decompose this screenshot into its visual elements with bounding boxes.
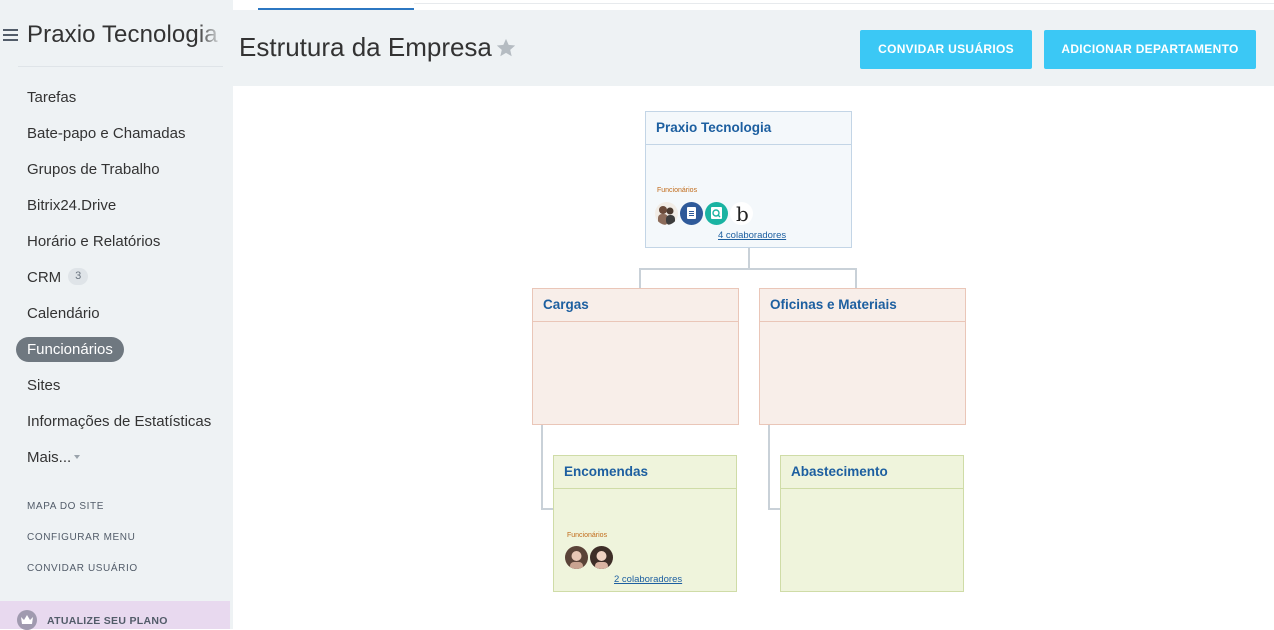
sidebar-item-label: Grupos de Trabalho — [27, 161, 160, 178]
hamburger-menu-icon[interactable] — [3, 29, 18, 41]
department-card-oficinas[interactable]: Oficinas e Materiais — [759, 288, 966, 425]
sidebar-item-label: Calendário — [27, 305, 100, 322]
sidebar-item-chat[interactable]: Bate-papo e Chamadas — [0, 120, 233, 156]
sidebar-item-drive[interactable]: Bitrix24.Drive — [0, 192, 233, 228]
bold-b-icon[interactable]: b — [730, 202, 753, 225]
top-divider — [414, 3, 1274, 4]
sidebar-item-label: Informações de Estatísticas — [27, 413, 212, 430]
connector-line — [855, 268, 857, 289]
sidebar-item-more[interactable]: Mais... — [0, 444, 233, 480]
add-department-button[interactable]: ADICIONAR DEPARTAMENTO — [1044, 30, 1256, 69]
sidebar-item-sites[interactable]: Sites — [0, 372, 233, 408]
department-card-root[interactable]: Praxio Tecnologia Funcionários b 4 colab… — [645, 111, 852, 248]
top-tab-strip — [233, 0, 1274, 10]
department-title[interactable]: Oficinas e Materiais — [760, 289, 965, 322]
department-card-encomendas[interactable]: Encomendas Funcionários 2 colaboradores — [553, 455, 737, 592]
upgrade-plan-button[interactable]: ATUALIZE SEU PLANO — [0, 601, 230, 630]
page-header: Estrutura da Empresa CONVIDAR USUÁRIOS A… — [233, 10, 1274, 86]
svg-text:b: b — [736, 202, 749, 225]
sidebar-item-employees[interactable]: Funcionários — [0, 336, 233, 372]
connector-line — [768, 424, 770, 510]
person-avatar-icon[interactable] — [590, 546, 613, 569]
configure-menu-link[interactable]: CONFIGURAR MENU — [27, 529, 138, 560]
sidebar-item-label: Mais... — [27, 449, 72, 466]
crown-icon — [17, 610, 37, 630]
page-title: Estrutura da Empresa — [239, 32, 492, 62]
sidebar-item-calendar[interactable]: Calendário — [0, 300, 233, 336]
document-icon[interactable] — [680, 202, 703, 225]
connector-line — [639, 268, 857, 270]
connector-line — [748, 247, 750, 269]
sidebar-item-label: Bate-papo e Chamadas — [27, 125, 186, 142]
sidebar-item-label: Funcionários — [16, 337, 124, 362]
sidebar-item-label: Tarefas — [27, 89, 77, 106]
employees-label: Funcionários — [567, 532, 608, 539]
sidebar-item-crm[interactable]: CRM 3 — [0, 264, 233, 300]
search-document-icon[interactable] — [705, 202, 728, 225]
sidebar-item-label: Sites — [27, 377, 61, 394]
sidebar-item-label: Bitrix24.Drive — [27, 197, 117, 214]
invite-users-button[interactable]: CONVIDAR USUÁRIOS — [860, 30, 1032, 69]
person-avatar-icon[interactable] — [655, 202, 678, 225]
sidebar-item-workgroups[interactable]: Grupos de Trabalho — [0, 156, 233, 192]
collaborators-link[interactable]: 4 colaboradores — [718, 230, 786, 241]
sidebar-item-time-reports[interactable]: Horário e Relatórios — [0, 228, 233, 264]
department-title[interactable]: Praxio Tecnologia — [646, 112, 851, 145]
sidebar-item-label: CRM — [27, 269, 62, 286]
department-card-abastecimento[interactable]: Abastecimento — [780, 455, 964, 592]
department-title[interactable]: Cargas — [533, 289, 738, 322]
connector-line — [541, 424, 543, 510]
company-name-text: Praxio Tecnologia — [27, 21, 218, 48]
company-name[interactable]: Praxio Tecnologia — [27, 21, 223, 49]
left-sidebar: Praxio Tecnologia Tarefas Bate-papo e Ch… — [0, 0, 233, 630]
person-avatar-icon[interactable] — [565, 546, 588, 569]
connector-line — [639, 268, 641, 289]
sidebar-divider — [18, 66, 223, 67]
invite-user-link[interactable]: CONVIDAR USUÁRIO — [27, 560, 138, 591]
sidebar-menu: Tarefas Bate-papo e Chamadas Grupos de T… — [0, 84, 233, 480]
upgrade-plan-label: ATUALIZE SEU PLANO — [47, 615, 168, 627]
sidebar-item-tarefas[interactable]: Tarefas — [0, 84, 233, 120]
star-icon[interactable] — [495, 37, 517, 59]
department-card-cargas[interactable]: Cargas — [532, 288, 739, 425]
chevron-down-icon — [74, 455, 81, 459]
employees-label: Funcionários — [657, 187, 698, 194]
sidebar-links: MAPA DO SITE CONFIGURAR MENU CONVIDAR US… — [27, 498, 138, 591]
crm-counter-badge: 3 — [68, 267, 89, 285]
sidebar-header: Praxio Tecnologia — [0, 18, 233, 54]
sidebar-item-label: Horário e Relatórios — [27, 233, 161, 250]
sidebar-item-statistics[interactable]: Informações de Estatísticas — [0, 408, 233, 444]
department-title[interactable]: Abastecimento — [781, 456, 963, 489]
department-title[interactable]: Encomendas — [554, 456, 736, 489]
sitemap-link[interactable]: MAPA DO SITE — [27, 498, 138, 529]
brand-fade — [197, 21, 223, 49]
collaborators-link[interactable]: 2 colaboradores — [614, 574, 682, 585]
